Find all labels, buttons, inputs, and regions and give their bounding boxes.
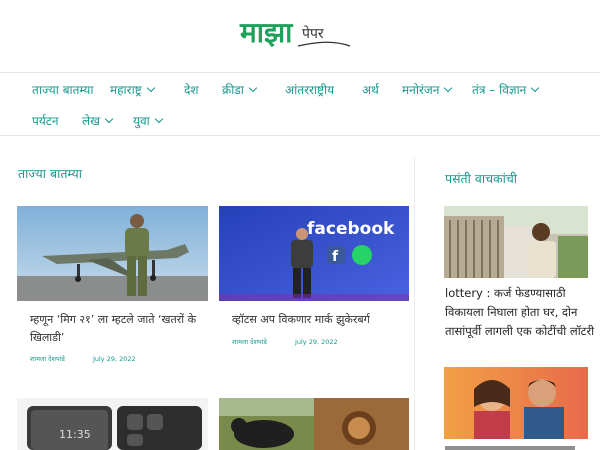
nav-item-sports[interactable]: क्रीडा <box>222 82 258 98</box>
main-section-title: ताज्या बातम्या <box>18 166 83 181</box>
article-image-mig21[interactable] <box>17 206 208 301</box>
svg-text:11:35: 11:35 <box>59 428 91 441</box>
chevron-down-icon <box>444 83 453 93</box>
nav-item-tourism[interactable]: पर्यटन <box>32 113 58 129</box>
site-logo[interactable]: माझा पेपर <box>238 8 353 64</box>
nav-item-tech-science[interactable]: तंत्र – विज्ञान <box>472 82 540 98</box>
nav-item-entertainment[interactable]: मनोरंजन <box>402 82 453 98</box>
article-date: July 29, 2022 <box>294 338 338 346</box>
sidebar-image-couple[interactable] <box>444 367 588 439</box>
sidebar-article-title[interactable]: lottery : कर्ज फेडण्यासाठी विकायला निघाल… <box>445 284 595 341</box>
nav-item-economy[interactable]: अर्थ <box>362 82 379 98</box>
nav-item-maharashtra[interactable]: महाराष्ट्र <box>110 82 155 98</box>
svg-text:f: f <box>332 249 339 265</box>
logo-sub: पेपर <box>302 25 324 42</box>
article-meta: शामला देशपांडे July 29, 2022 <box>30 354 162 363</box>
article-image-wildlife[interactable] <box>219 398 409 450</box>
nav-item-youth[interactable]: युवा <box>133 113 163 129</box>
chevron-down-icon <box>104 114 114 124</box>
chevron-down-icon <box>248 83 258 93</box>
nav-item-latest-news[interactable]: ताज्या बातम्या <box>32 82 93 98</box>
chevron-down-icon <box>146 83 155 93</box>
sidebar-image-lottery[interactable] <box>444 206 588 278</box>
article-author[interactable]: शामला देशपांडे <box>30 355 65 363</box>
nav-item-country[interactable]: देश <box>184 82 199 98</box>
sidebar-article-title-clipped[interactable] <box>445 440 589 450</box>
column-divider <box>414 158 415 450</box>
chevron-down-icon <box>154 114 163 124</box>
nav-item-international[interactable]: आंतरराष्ट्रीय <box>285 82 334 98</box>
article-date: July 29, 2022 <box>92 355 136 363</box>
nav-item-articles[interactable]: लेख <box>82 113 114 129</box>
article-meta: शामला देशपांडे July 29, 2022 <box>232 337 364 346</box>
svg-text:facebook: facebook <box>307 219 395 239</box>
logo-mark: माझा <box>239 16 294 49</box>
chevron-down-icon <box>531 83 540 93</box>
article-title[interactable]: म्हणून ‘मिग २१’ ला म्हटले जाते ‘खतरों के… <box>30 311 200 347</box>
sidebar-title: पसंती वाचकांची <box>445 171 518 186</box>
article-title[interactable]: व्हॉटस अप विकणार मार्क झुकेरबर्ग <box>232 311 402 329</box>
article-image-zuckerberg[interactable]: facebook f <box>219 206 409 301</box>
article-image-phone[interactable]: 11:35 <box>17 398 208 450</box>
main-nav: ताज्या बातम्या महाराष्ट्र देश क्रीडा आंत… <box>0 72 600 136</box>
article-author[interactable]: शामला देशपांडे <box>232 338 267 346</box>
